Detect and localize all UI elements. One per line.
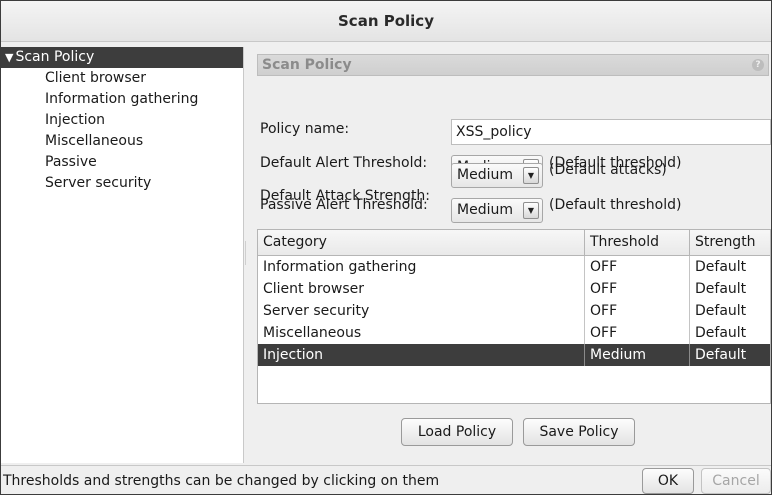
- table-row-selected[interactable]: Injection Medium Default: [258, 344, 770, 366]
- strength-cell[interactable]: Default: [689, 300, 770, 322]
- strength-cell[interactable]: Default: [689, 344, 770, 366]
- threshold-cell[interactable]: OFF: [584, 300, 689, 322]
- table-row[interactable]: Server security OFF Default: [258, 300, 770, 322]
- chevron-down-icon[interactable]: ▼: [523, 167, 539, 184]
- tree-item-injection[interactable]: Injection: [1, 110, 243, 131]
- tree-item-information-gathering[interactable]: Information gathering: [1, 89, 243, 110]
- category-cell: Miscellaneous: [263, 325, 362, 341]
- table-row[interactable]: Miscellaneous OFF Default: [258, 322, 770, 344]
- attack-strength-select[interactable]: Medium ▼: [451, 163, 543, 188]
- table-row[interactable]: Information gathering OFF Default: [258, 256, 770, 278]
- strength-cell[interactable]: Default: [689, 278, 770, 300]
- policy-tree: ▼ Scan Policy Client browser Information …: [1, 47, 244, 463]
- threshold-cell[interactable]: OFF: [584, 322, 689, 344]
- tree-root-scan-policy[interactable]: ▼ Scan Policy: [1, 47, 243, 68]
- scan-policy-dialog: Scan Policy ▼ Scan Policy Client browser …: [0, 0, 772, 495]
- strength-cell[interactable]: Default: [689, 322, 770, 344]
- strength-cell[interactable]: Default: [689, 256, 770, 278]
- title-bar[interactable]: Scan Policy: [1, 1, 771, 42]
- category-cell: Server security: [263, 303, 370, 319]
- tree-item-passive[interactable]: Passive: [1, 152, 243, 173]
- load-policy-button[interactable]: Load Policy: [401, 418, 513, 446]
- threshold-cell[interactable]: OFF: [584, 256, 689, 278]
- ok-button[interactable]: OK: [642, 468, 694, 494]
- save-policy-button[interactable]: Save Policy: [523, 418, 635, 446]
- category-cell: Client browser: [263, 281, 364, 297]
- panel-header: Scan Policy ?: [257, 54, 769, 76]
- window-title: Scan Policy: [338, 12, 434, 30]
- tree-item-miscellaneous[interactable]: Miscellaneous: [1, 131, 243, 152]
- help-icon[interactable]: ?: [752, 59, 764, 71]
- policy-name-input[interactable]: XSS_policy: [451, 119, 771, 145]
- column-header-strength[interactable]: Strength: [689, 230, 770, 255]
- status-bar: Thresholds and strengths can be changed …: [1, 465, 771, 494]
- chevron-down-icon[interactable]: ▼: [523, 202, 539, 219]
- attack-strength-value: Medium: [457, 167, 513, 183]
- column-header-category[interactable]: Category: [258, 230, 584, 255]
- column-header-threshold[interactable]: Threshold: [584, 230, 689, 255]
- threshold-cell[interactable]: OFF: [584, 278, 689, 300]
- passive-threshold-label: Passive Alert Threshold:: [260, 197, 428, 213]
- table-row[interactable]: Client browser OFF Default: [258, 278, 770, 300]
- status-text: Thresholds and strengths can be changed …: [3, 473, 440, 489]
- tree-item-server-security[interactable]: Server security: [1, 173, 243, 194]
- passive-threshold-hint: (Default threshold): [549, 197, 682, 213]
- passive-threshold-select[interactable]: Medium ▼: [451, 198, 543, 223]
- cancel-button[interactable]: Cancel: [701, 468, 771, 494]
- splitter-handle[interactable]: [245, 241, 248, 265]
- category-cell: Information gathering: [263, 259, 417, 275]
- category-table: Category Threshold Strength Information …: [257, 229, 771, 404]
- threshold-cell[interactable]: Medium: [584, 344, 689, 366]
- table-header: Category Threshold Strength: [258, 230, 770, 256]
- expand-arrow-icon[interactable]: ▼: [5, 51, 13, 64]
- attack-strength-hint: (Default attacks): [549, 162, 667, 178]
- tree-root-label: Scan Policy: [15, 49, 95, 65]
- policy-name-label: Policy name:: [260, 121, 350, 137]
- alert-threshold-label: Default Alert Threshold:: [260, 155, 428, 171]
- tree-item-client-browser[interactable]: Client browser: [1, 68, 243, 89]
- panel-title: Scan Policy: [262, 57, 352, 73]
- passive-threshold-value: Medium: [457, 202, 513, 218]
- category-cell: Injection: [263, 347, 324, 363]
